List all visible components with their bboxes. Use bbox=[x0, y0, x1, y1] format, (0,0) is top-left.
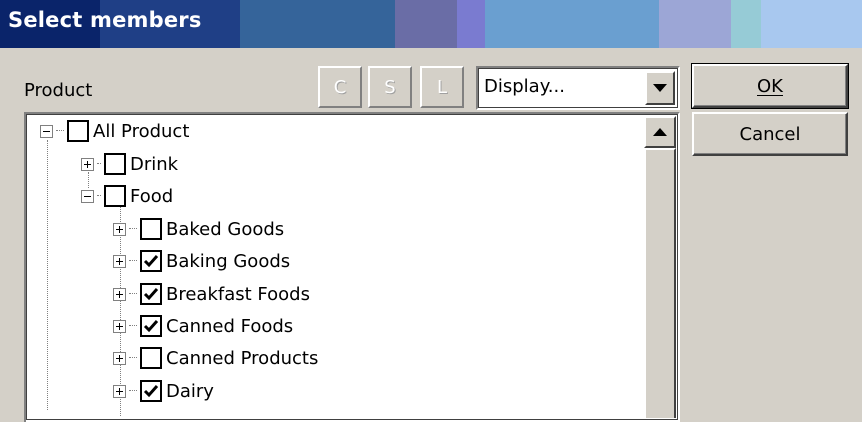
tree-connector bbox=[97, 163, 101, 165]
expand-icon[interactable] bbox=[113, 351, 126, 365]
tree-connector bbox=[129, 228, 137, 230]
tree-guide-line bbox=[47, 140, 48, 410]
tree-connector bbox=[56, 130, 64, 132]
collapse-icon[interactable] bbox=[40, 124, 53, 138]
tree-node-label: All Product bbox=[93, 120, 190, 142]
cancel-button[interactable]: Cancel bbox=[692, 112, 848, 156]
title-bar-segment bbox=[240, 0, 395, 48]
title-bar-segment bbox=[395, 0, 457, 48]
chevron-down-icon bbox=[653, 84, 667, 92]
cancel-button-label: Cancel bbox=[739, 123, 801, 145]
tree-node-label: Drink bbox=[130, 153, 179, 175]
checkmark-icon bbox=[143, 288, 159, 301]
tree-connector bbox=[129, 293, 137, 295]
tree-connector bbox=[129, 390, 137, 392]
tree-node-drink[interactable]: Drink bbox=[81, 149, 178, 179]
expand-icon[interactable] bbox=[81, 157, 94, 171]
title-bar-segment bbox=[659, 0, 731, 48]
expand-icon[interactable] bbox=[113, 254, 126, 268]
arrow-up-icon bbox=[653, 128, 667, 136]
l-button[interactable]: L bbox=[420, 66, 464, 108]
ok-button[interactable]: OK bbox=[691, 63, 849, 109]
tree-node-baked-goods[interactable]: Baked Goods bbox=[113, 214, 284, 244]
expand-icon[interactable] bbox=[113, 222, 126, 236]
baked-goods-checkbox[interactable] bbox=[140, 218, 162, 240]
tree-node-label: Canned Products bbox=[166, 347, 319, 369]
canned-foods-checkbox[interactable] bbox=[140, 315, 162, 337]
ok-button-label: OK bbox=[757, 75, 783, 97]
tree-node-label: Baked Goods bbox=[166, 218, 285, 240]
tree-connector bbox=[129, 357, 137, 359]
tree-node-all-product[interactable]: All Product bbox=[40, 116, 189, 146]
checkmark-icon bbox=[143, 255, 159, 268]
display-select[interactable]: Display... bbox=[476, 66, 680, 110]
tree-node-canned-foods[interactable]: Canned Foods bbox=[113, 311, 293, 341]
c-button[interactable]: C bbox=[318, 66, 362, 108]
display-select-value: Display... bbox=[484, 76, 565, 97]
dimension-label: Product bbox=[24, 80, 93, 101]
s-button[interactable]: S bbox=[368, 66, 412, 108]
expand-icon[interactable] bbox=[113, 287, 126, 301]
window-title: Select members bbox=[8, 8, 202, 32]
drink-checkbox[interactable] bbox=[104, 153, 126, 175]
collapse-icon[interactable] bbox=[81, 189, 94, 203]
vertical-scrollbar[interactable] bbox=[644, 116, 676, 418]
tree-node-label: Baking Goods bbox=[166, 250, 291, 272]
tree-node-label: Dairy bbox=[166, 380, 214, 402]
tree-connector bbox=[97, 195, 101, 197]
tree-node-breakfast-foods[interactable]: Breakfast Foods bbox=[113, 279, 310, 309]
title-bar-segment bbox=[761, 0, 862, 48]
breakfast-foods-checkbox[interactable] bbox=[140, 283, 162, 305]
title-bar[interactable]: Select members bbox=[0, 0, 862, 48]
checkmark-icon bbox=[143, 320, 159, 333]
tree-node-label: Breakfast Foods bbox=[166, 283, 310, 305]
canned-products-checkbox[interactable] bbox=[140, 347, 162, 369]
tree-node-food[interactable]: Food bbox=[81, 181, 173, 211]
tree-node-baking-goods[interactable]: Baking Goods bbox=[113, 246, 290, 276]
scroll-up-button[interactable] bbox=[644, 116, 676, 148]
display-dropdown-button[interactable] bbox=[645, 71, 675, 105]
expand-icon[interactable] bbox=[113, 319, 126, 333]
tree-node-dairy[interactable]: Dairy bbox=[113, 376, 214, 406]
tree-connector bbox=[129, 260, 137, 262]
tree-node-label: Food bbox=[130, 185, 174, 207]
expand-icon[interactable] bbox=[113, 384, 126, 398]
dairy-checkbox[interactable] bbox=[140, 380, 162, 402]
title-bar-segment bbox=[485, 0, 659, 48]
all-product-checkbox[interactable] bbox=[67, 120, 89, 142]
baking-goods-checkbox[interactable] bbox=[140, 250, 162, 272]
tree-connector bbox=[129, 325, 137, 327]
food-checkbox[interactable] bbox=[104, 185, 126, 207]
scroll-thumb[interactable] bbox=[644, 148, 676, 418]
title-bar-segment bbox=[731, 0, 761, 48]
checkmark-icon bbox=[143, 385, 159, 398]
tree-node-canned-products[interactable]: Canned Products bbox=[113, 343, 318, 373]
tree-node-label: Canned Foods bbox=[166, 315, 294, 337]
title-bar-segment bbox=[457, 0, 485, 48]
